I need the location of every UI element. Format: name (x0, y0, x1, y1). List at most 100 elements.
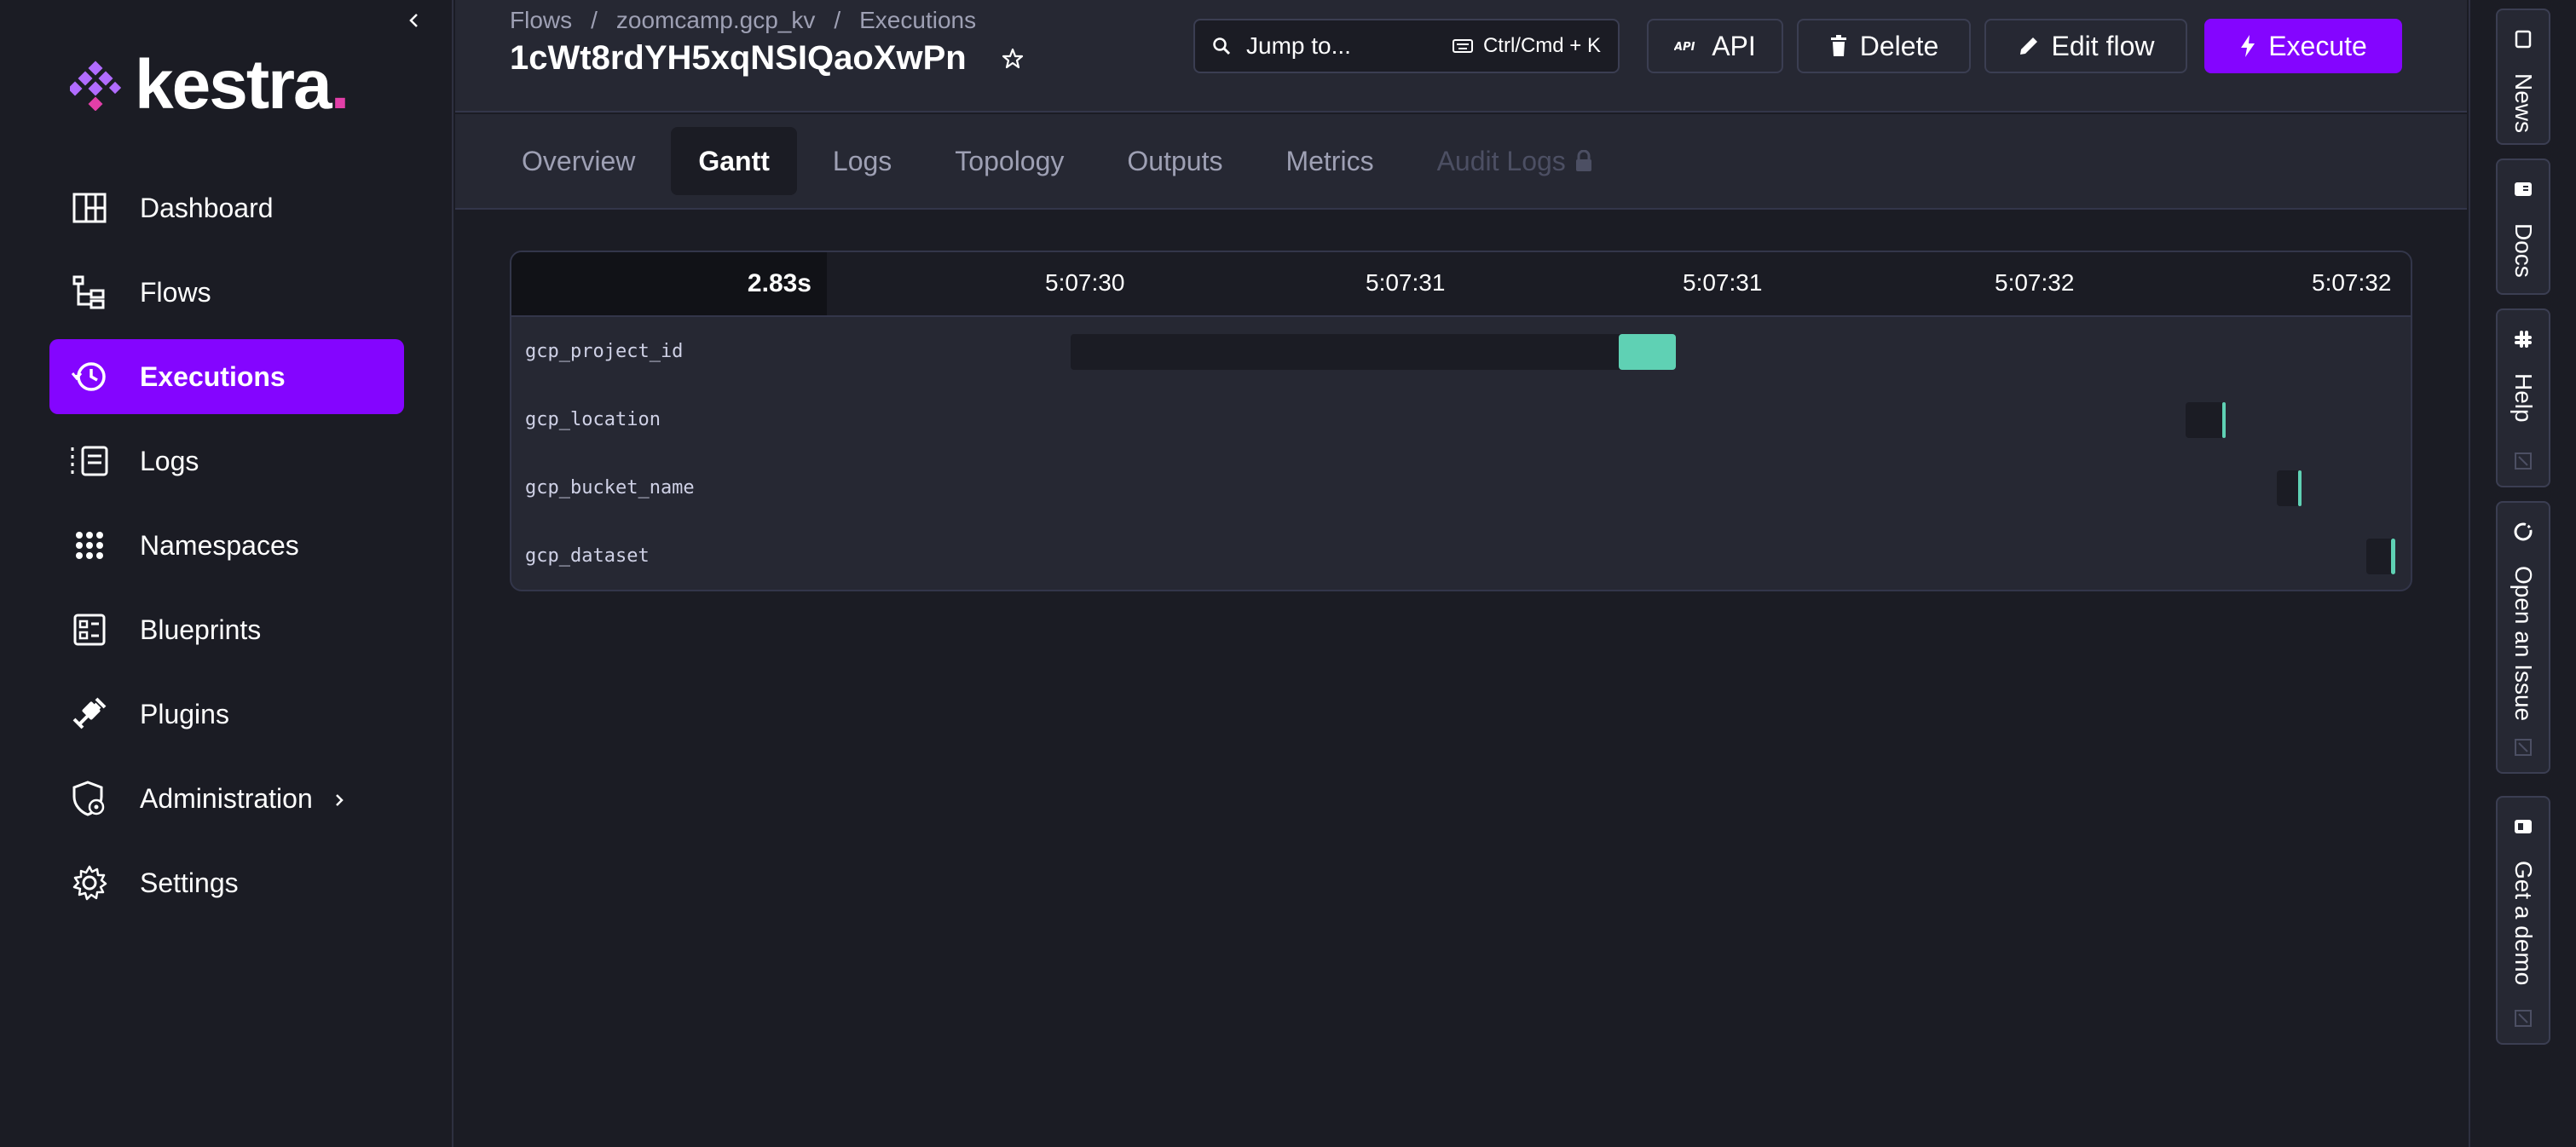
rail-label: Docs (2510, 223, 2537, 278)
sidebar-item-namespaces[interactable]: Namespaces (49, 508, 404, 583)
tab-overview[interactable]: Overview (494, 127, 662, 195)
sidebar-item-label: Logs (140, 445, 199, 476)
task-name: gcp_bucket_name (525, 477, 695, 499)
page-title: 1cWt8rdYH5xqNSIQaoXwPn (510, 39, 1025, 78)
tab-outputs[interactable]: Outputs (1100, 127, 1250, 195)
gantt-row[interactable]: gcp_dataset (511, 525, 2411, 590)
plugins-icon (70, 695, 109, 734)
rail-label: Help (2510, 373, 2537, 423)
edit-flow-button[interactable]: Edit flow (1984, 19, 2187, 73)
namespaces-icon (70, 526, 109, 565)
logo-wordmark: kestra. (135, 46, 349, 124)
sidebar-item-plugins[interactable]: Plugins (49, 677, 404, 752)
delete-button-label: Delete (1859, 30, 1939, 61)
time-tick: 5:07:31 (1366, 269, 1446, 296)
sidebar-item-label: Settings (140, 867, 239, 898)
lightning-icon (2241, 35, 2255, 57)
time-tick: 5:07:32 (1995, 269, 2075, 296)
execution-tabs: Overview Gantt Logs Topology Outputs Met… (455, 114, 2467, 210)
api-button-label: API (1712, 30, 1756, 61)
delete-button[interactable]: Delete (1797, 19, 1971, 73)
gantt-header: 2.83s 5:07:30 5:07:31 5:07:31 5:07:32 5:… (511, 252, 2411, 317)
total-duration: 2.83s (511, 252, 827, 315)
task-name: gcp_dataset (525, 545, 650, 567)
gantt-row[interactable]: gcp_location (511, 389, 2411, 457)
docs-icon (2515, 182, 2532, 196)
kestra-logo-icon (70, 61, 121, 111)
news-icon (2515, 30, 2532, 49)
breadcrumb: Flows / zoomcamp.gcp_kv / Executions (510, 7, 976, 34)
task-run-bar[interactable] (2391, 539, 2395, 574)
chevron-left-icon (409, 14, 418, 27)
task-name: gcp_project_id (525, 341, 684, 362)
breadcrumb-separator: / (591, 7, 598, 33)
tab-audit-logs: Audit Logs (1410, 127, 1620, 195)
sidebar-item-executions[interactable]: Executions (49, 339, 404, 414)
rail-label: News (2510, 73, 2537, 134)
news-button[interactable]: News (2496, 9, 2550, 145)
lock-icon (1575, 150, 1591, 171)
logs-icon (70, 441, 109, 481)
sidebar-item-flows[interactable]: Flows (49, 255, 404, 330)
page-header: Flows / zoomcamp.gcp_kv / Executions 1cW… (455, 0, 2467, 112)
jump-to-label: Jump to... (1246, 32, 1351, 59)
docs-button[interactable]: Docs (2496, 159, 2550, 295)
task-wait-bar[interactable] (2186, 402, 2227, 438)
slack-icon (2515, 331, 2532, 348)
task-run-bar[interactable] (2221, 402, 2227, 438)
external-link-icon (2515, 1010, 2532, 1027)
sidebar-item-administration[interactable]: Administration (49, 761, 404, 836)
tab-audit-logs-label: Audit Logs (1436, 145, 1566, 176)
rail-label: Open an Issue (2510, 566, 2537, 722)
time-tick: 5:07:31 (1683, 269, 1763, 296)
gantt-row[interactable]: gcp_bucket_name (511, 457, 2411, 525)
sidebar-item-logs[interactable]: Logs (49, 424, 404, 499)
sidebar-item-settings[interactable]: Settings (49, 845, 404, 920)
kestra-logo[interactable]: kestra. (70, 46, 349, 124)
get-demo-button[interactable]: Get a demo (2496, 796, 2550, 1045)
execute-button[interactable]: Execute (2204, 19, 2402, 73)
task-run-bar[interactable] (2297, 470, 2302, 506)
tab-topology[interactable]: Topology (927, 127, 1091, 195)
pencil-icon (2019, 37, 2037, 55)
sidebar-item-label: Dashboard (140, 192, 274, 223)
task-wait-bar[interactable] (1071, 334, 1676, 370)
executions-icon (70, 357, 109, 396)
breadcrumb-executions[interactable]: Executions (859, 7, 976, 34)
shortcut-label: Ctrl/Cmd + K (1482, 34, 1601, 57)
external-link-icon (2515, 739, 2532, 756)
sidebar-item-blueprints[interactable]: Blueprints (49, 592, 404, 667)
sidebar-item-label: Plugins (140, 698, 229, 729)
sidebar-item-label: Blueprints (140, 614, 262, 645)
task-run-bar[interactable] (1619, 334, 1676, 370)
sidebar-item-dashboard[interactable]: Dashboard (49, 170, 404, 245)
left-sidebar: kestra. Dashboard Flows Executions Logs (0, 0, 453, 1147)
sidebar-item-label: Executions (140, 360, 286, 392)
tab-gantt[interactable]: Gantt (671, 127, 797, 195)
breadcrumb-flow[interactable]: zoomcamp.gcp_kv (616, 7, 815, 34)
external-link-icon (2515, 452, 2532, 470)
sidebar-item-label: Administration (140, 782, 313, 814)
breadcrumb-separator: / (834, 7, 841, 33)
blueprints-icon (70, 610, 109, 649)
edit-flow-button-label: Edit flow (2051, 30, 2155, 61)
administration-icon (70, 779, 109, 818)
collapse-sidebar-button[interactable] (402, 9, 426, 32)
svg-text:API: API (1674, 41, 1695, 53)
tab-logs[interactable]: Logs (806, 127, 919, 195)
gantt-row[interactable]: gcp_project_id (511, 320, 2411, 389)
help-button[interactable]: Help (2496, 308, 2550, 487)
api-button[interactable]: API API (1647, 19, 1783, 73)
main-content: Flows / zoomcamp.gcp_kv / Executions 1cW… (455, 0, 2467, 1147)
execution-id: 1cWt8rdYH5xqNSIQaoXwPn (510, 39, 967, 77)
open-issue-button[interactable]: Open an Issue (2496, 501, 2550, 774)
tab-metrics[interactable]: Metrics (1258, 127, 1401, 195)
flows-icon (70, 273, 109, 312)
search-icon (1213, 37, 1231, 55)
jump-to-search[interactable]: Jump to... Ctrl/Cmd + K (1193, 19, 1620, 73)
star-icon[interactable] (1001, 47, 1025, 71)
keyboard-icon (1452, 39, 1473, 53)
breadcrumb-flows[interactable]: Flows (510, 7, 572, 34)
chevron-right-icon (333, 783, 345, 815)
rail-label: Get a demo (2510, 861, 2537, 986)
